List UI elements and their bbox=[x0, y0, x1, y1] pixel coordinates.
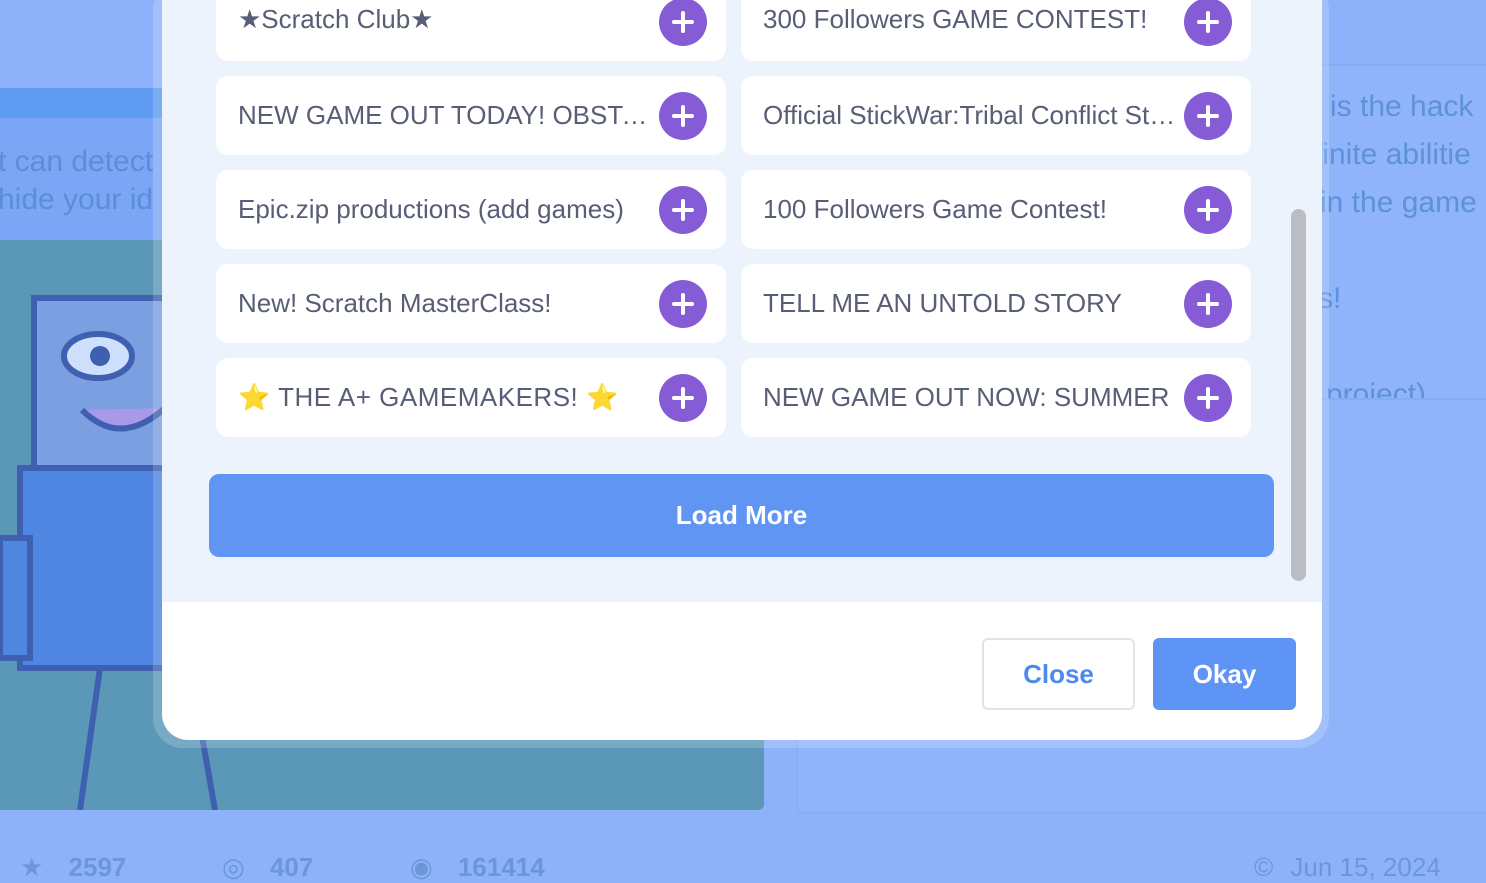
plus-icon bbox=[672, 199, 694, 221]
add-to-studio-button[interactable] bbox=[659, 186, 707, 234]
scrollbar-thumb[interactable] bbox=[1291, 209, 1306, 581]
background-project-text-1: t can detect bbox=[0, 145, 154, 178]
studio-title: ★Scratch Club★ bbox=[238, 4, 434, 34]
heart-icon: ★ bbox=[20, 852, 44, 882]
plus-icon bbox=[1197, 199, 1219, 221]
studio-title: Official StickWar:Tribal Conflict Studio bbox=[763, 100, 1181, 130]
add-to-studio-button[interactable] bbox=[659, 92, 707, 140]
add-to-studio-button[interactable] bbox=[1184, 92, 1232, 140]
eye-icon: ◉ bbox=[410, 852, 433, 882]
view-count: 161414 bbox=[457, 852, 545, 882]
plus-icon bbox=[1197, 11, 1219, 33]
studio-title: NEW GAME OUT TODAY! OBSTACLE RACE bbox=[238, 100, 656, 130]
plus-icon bbox=[1197, 105, 1219, 127]
background-notes-text-2: finite abilitie bbox=[1314, 138, 1471, 171]
add-to-studio-modal: ★Scratch Club★ 300 Followers GAME CONTES… bbox=[162, 0, 1322, 740]
studio-card[interactable]: 100 Followers Game Contest! bbox=[741, 170, 1251, 249]
studio-title: New! Scratch MasterClass! bbox=[238, 288, 552, 318]
background-blue-strip bbox=[0, 88, 170, 118]
load-more-button[interactable]: Load More bbox=[209, 474, 1274, 557]
background-notes-text-1: is the hack bbox=[1330, 90, 1474, 123]
add-to-studio-button[interactable] bbox=[1184, 186, 1232, 234]
studio-card[interactable]: Official StickWar:Tribal Conflict Studio bbox=[741, 76, 1251, 155]
close-button[interactable]: Close bbox=[982, 638, 1135, 710]
studio-title: Epic.zip productions (add games) bbox=[238, 194, 624, 224]
add-to-studio-button[interactable] bbox=[1184, 280, 1232, 328]
studio-card[interactable]: ★Scratch Club★ bbox=[216, 0, 726, 61]
studio-title: 100 Followers Game Contest! bbox=[763, 194, 1107, 224]
plus-icon bbox=[672, 11, 694, 33]
studio-card[interactable]: NEW GAME OUT TODAY! OBSTACLE RACE bbox=[216, 76, 726, 155]
studio-card[interactable]: TELL ME AN UNTOLD STORY bbox=[741, 264, 1251, 343]
studio-title: NEW GAME OUT NOW: SUMMER bbox=[763, 382, 1170, 412]
plus-icon bbox=[1197, 293, 1219, 315]
okay-button[interactable]: Okay bbox=[1153, 638, 1296, 710]
studio-card[interactable]: ⭐ THE A+ GAMEMAKERS! ⭐ bbox=[216, 358, 726, 437]
background-notes-text-3: in the game bbox=[1320, 186, 1477, 219]
favorite-count: 407 bbox=[269, 852, 314, 882]
share-date: Jun 15, 2024 bbox=[1290, 852, 1441, 882]
love-count: 2597 bbox=[68, 852, 127, 882]
studio-title: ⭐ THE A+ GAMEMAKERS! ⭐ bbox=[238, 382, 619, 412]
studio-list-scroll-area[interactable]: ★Scratch Club★ 300 Followers GAME CONTES… bbox=[162, 0, 1322, 602]
studio-card[interactable]: New! Scratch MasterClass! bbox=[216, 264, 726, 343]
background-views-stat: ◉ 161414 bbox=[410, 852, 545, 883]
studio-title: TELL ME AN UNTOLD STORY bbox=[763, 288, 1122, 318]
background-notes-text-5: project) bbox=[1326, 378, 1427, 398]
background-favorite-stat: ◎ 407 bbox=[222, 852, 313, 883]
add-to-studio-button[interactable] bbox=[659, 374, 707, 422]
background-project-text-2: hide your id bbox=[0, 183, 154, 216]
plus-icon bbox=[672, 387, 694, 409]
add-to-studio-button[interactable] bbox=[659, 280, 707, 328]
studio-card[interactable]: NEW GAME OUT NOW: SUMMER bbox=[741, 358, 1251, 437]
add-to-studio-button[interactable] bbox=[1184, 0, 1232, 46]
background-date-stat: © Jun 15, 2024 bbox=[1254, 852, 1441, 883]
add-to-studio-button[interactable] bbox=[1184, 374, 1232, 422]
studio-card[interactable]: Epic.zip productions (add games) bbox=[216, 170, 726, 249]
favorite-icon: ◎ bbox=[222, 852, 245, 882]
plus-icon bbox=[672, 293, 694, 315]
add-to-studio-button[interactable] bbox=[659, 0, 707, 46]
background-love-stat: ★ 2597 bbox=[20, 852, 126, 883]
plus-icon bbox=[1197, 387, 1219, 409]
plus-icon bbox=[672, 105, 694, 127]
studio-card[interactable]: 300 Followers GAME CONTEST! bbox=[741, 0, 1251, 61]
studio-title: 300 Followers GAME CONTEST! bbox=[763, 4, 1148, 34]
clock-icon: © bbox=[1254, 852, 1274, 882]
